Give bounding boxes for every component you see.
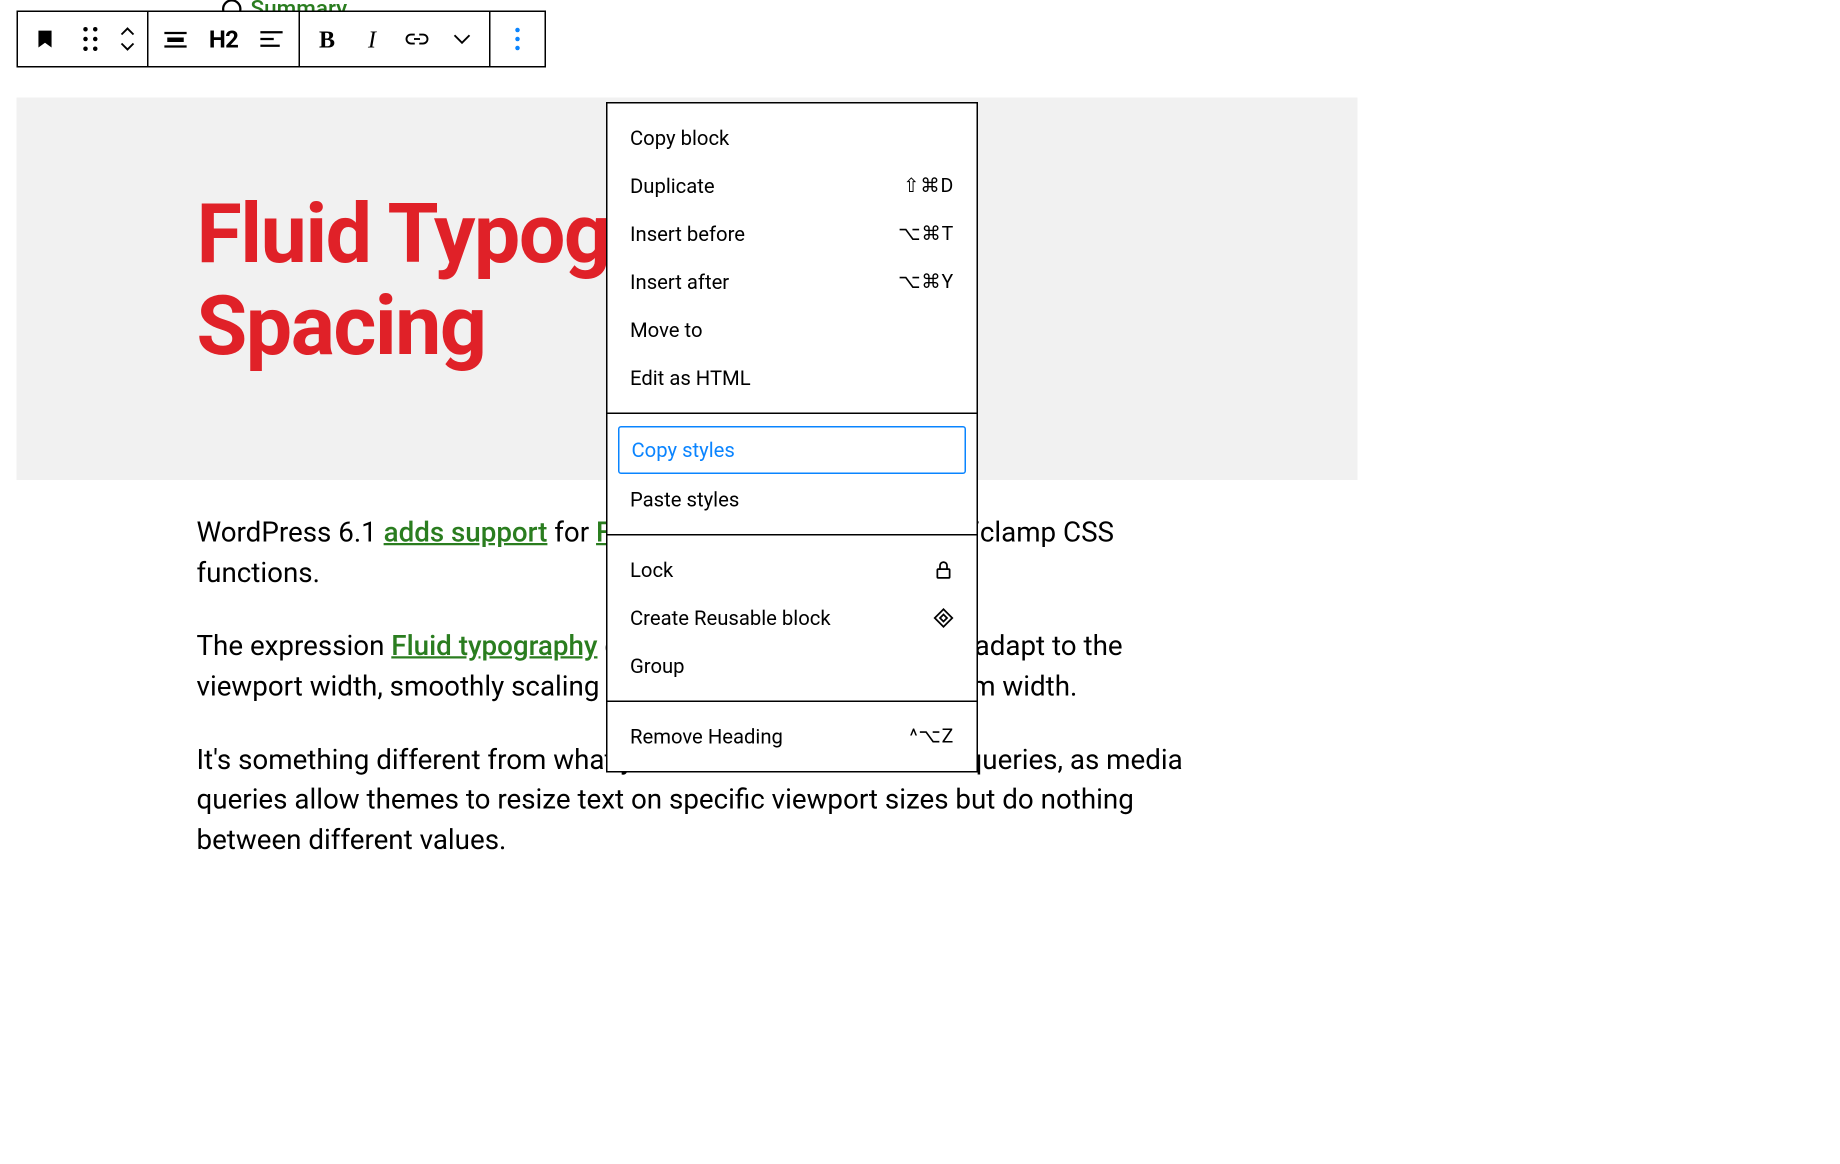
menu-section-2: Copy styles Paste styles bbox=[608, 414, 977, 536]
grip-icon bbox=[83, 27, 97, 51]
menu-copy-block[interactable]: Copy block bbox=[608, 114, 977, 162]
menu-remove-heading[interactable]: Remove Heading ^⌥Z bbox=[608, 713, 977, 761]
menu-copy-styles[interactable]: Copy styles bbox=[618, 426, 966, 474]
heading-level-button[interactable]: H2 bbox=[198, 13, 249, 66]
move-up-down[interactable] bbox=[113, 13, 143, 66]
align-icon bbox=[164, 30, 187, 48]
menu-create-reusable[interactable]: Create Reusable block bbox=[608, 594, 977, 642]
menu-lock[interactable]: Lock bbox=[608, 546, 977, 594]
menu-edit-html[interactable]: Edit as HTML bbox=[608, 354, 977, 402]
block-type-button[interactable] bbox=[23, 13, 68, 66]
link-button[interactable] bbox=[395, 13, 440, 66]
menu-section-3: Lock Create Reusable block Group bbox=[608, 536, 977, 703]
reusable-icon bbox=[933, 608, 954, 629]
kebab-icon bbox=[515, 28, 520, 51]
menu-duplicate[interactable]: Duplicate ⇧⌘D bbox=[608, 162, 977, 210]
bold-button[interactable]: B bbox=[305, 13, 350, 66]
align-button[interactable] bbox=[153, 13, 198, 66]
more-format-button[interactable] bbox=[440, 13, 485, 66]
menu-insert-before[interactable]: Insert before ⌥⌘T bbox=[608, 210, 977, 258]
link-icon bbox=[405, 32, 429, 47]
chevron-up-icon bbox=[120, 26, 135, 37]
toolbar-group-heading: H2 bbox=[149, 12, 301, 66]
menu-section-4: Remove Heading ^⌥Z bbox=[608, 702, 977, 771]
bookmark-icon bbox=[34, 28, 57, 51]
italic-button[interactable]: I bbox=[350, 13, 395, 66]
chevron-down-icon bbox=[120, 41, 135, 52]
more-options-button[interactable] bbox=[495, 13, 540, 66]
toolbar-group-block bbox=[18, 12, 149, 66]
text-align-button[interactable] bbox=[249, 13, 294, 66]
link-adds-support[interactable]: adds support bbox=[384, 517, 548, 549]
menu-paste-styles[interactable]: Paste styles bbox=[608, 476, 977, 524]
text-align-left-icon bbox=[260, 30, 283, 48]
lock-icon bbox=[933, 560, 954, 581]
menu-insert-after[interactable]: Insert after ⌥⌘Y bbox=[608, 258, 977, 306]
toolbar-group-format: B I bbox=[300, 12, 491, 66]
menu-section-1: Copy block Duplicate ⇧⌘D Insert before ⌥… bbox=[608, 104, 977, 415]
link-fluid-typography-2[interactable]: Fluid typography bbox=[391, 630, 597, 662]
toolbar-group-more bbox=[491, 12, 545, 66]
menu-group[interactable]: Group bbox=[608, 642, 977, 690]
drag-handle[interactable] bbox=[68, 13, 113, 66]
block-toolbar: H2 B I bbox=[17, 11, 547, 68]
chevron-down-icon bbox=[453, 33, 471, 45]
menu-move-to[interactable]: Move to bbox=[608, 306, 977, 354]
block-options-menu: Copy block Duplicate ⇧⌘D Insert before ⌥… bbox=[606, 102, 978, 773]
